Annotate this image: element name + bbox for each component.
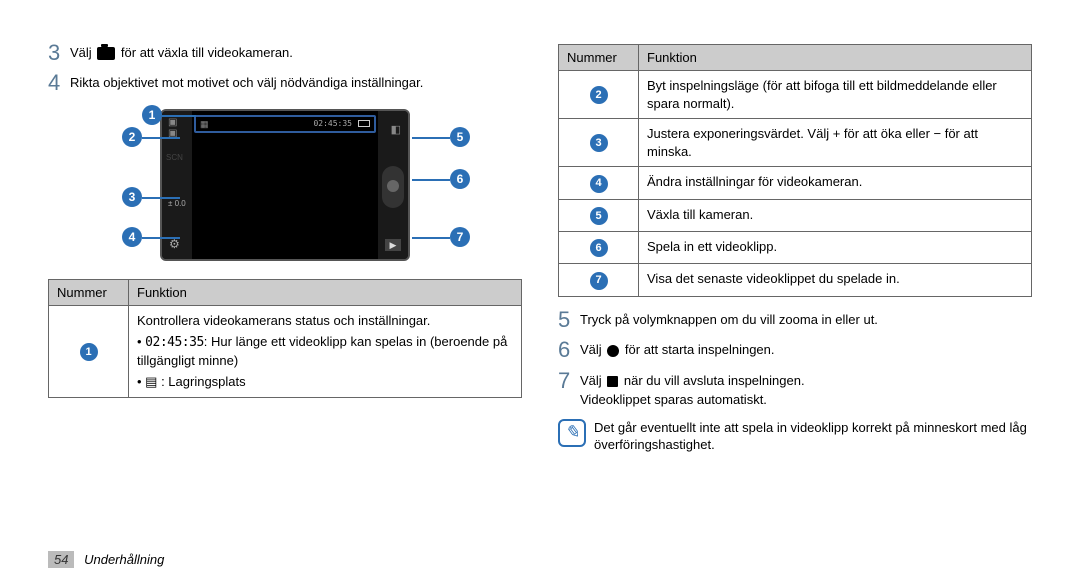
step-5-text: Tryck på volymknappen om du vill zooma i… [580, 307, 1032, 333]
callout-2: 2 [122, 127, 142, 147]
note-text: Det går eventuellt inte att spela in vid… [594, 419, 1032, 454]
record-button-icon [382, 166, 404, 208]
callout-5: 5 [450, 127, 470, 147]
scn-label: SCN [166, 153, 183, 162]
col-header-function: Funktion [129, 279, 522, 305]
step-3-prefix: Välj [70, 45, 92, 60]
mode-switch-icon: ◧ [391, 123, 401, 136]
step-6-text: Välj för att starta inspelningen. [580, 337, 1032, 363]
step-number-4: 4 [48, 70, 70, 96]
note-icon: ✎ [558, 419, 586, 447]
col-header-number: Nummer [49, 279, 129, 305]
right-function-table: Nummer Funktion 2 Byt inspelningsläge (fö… [558, 44, 1032, 297]
row-7-desc: Visa det senaste videoklippet du spelade… [639, 264, 1032, 296]
device-diagram: 1 2 3 4 5 6 7 ▣▣ SCN 0.0 ⚙ [48, 109, 522, 261]
step-3-suffix: för att växla till videokameran. [117, 45, 293, 60]
section-title: Underhållning [84, 552, 164, 567]
callout-6: 6 [450, 169, 470, 189]
battery-icon [358, 120, 370, 127]
storage-icon: ▤ [145, 374, 157, 389]
stop-icon [607, 376, 618, 387]
step-number-6: 6 [558, 337, 580, 363]
row-badge-3: 3 [590, 134, 608, 152]
row-badge-4: 4 [590, 175, 608, 193]
film-mode-icons: ▣▣ [168, 117, 177, 139]
row-1-desc: Kontrollera videokamerans status och ins… [129, 305, 522, 397]
row-3-desc: Justera exponeringsvärdet. Välj + för at… [639, 119, 1032, 167]
page-number: 54 [48, 551, 74, 568]
row-4-desc: Ändra inställningar för videokameran. [639, 167, 1032, 199]
gear-icon: ⚙ [169, 237, 180, 251]
row-6-desc: Spela in ett videoklipp. [639, 232, 1032, 264]
callout-4: 4 [122, 227, 142, 247]
step-number-7: 7 [558, 368, 580, 409]
ev-label: 0.0 [168, 199, 186, 208]
step-number-5: 5 [558, 307, 580, 333]
row-badge-2: 2 [590, 86, 608, 104]
play-button-icon: ▶ [385, 239, 401, 251]
callout-3: 3 [122, 187, 142, 207]
camera-icon [97, 47, 115, 60]
time-sample: 02:45:35 [145, 335, 204, 350]
col-header-function-r: Funktion [639, 45, 1032, 71]
row-badge-7: 7 [590, 272, 608, 290]
page-footer: 54 Underhållning [48, 551, 164, 568]
record-icon [607, 345, 619, 357]
film-status-icon [200, 119, 211, 130]
row-2-desc: Byt inspelningsläge (för att bifoga till… [639, 71, 1032, 119]
step-number-3: 3 [48, 40, 70, 66]
callout-7: 7 [450, 227, 470, 247]
step-4-text: Rikta objektivet mot motivet och välj nö… [70, 70, 522, 96]
row-badge-6: 6 [590, 239, 608, 257]
col-header-number-r: Nummer [559, 45, 639, 71]
step-3-text: Välj för att växla till videokameran. [70, 40, 522, 66]
callout-1: 1 [142, 105, 162, 125]
row-badge-5: 5 [590, 207, 608, 225]
rec-time: 02:45:35 [313, 119, 352, 128]
left-function-table: Nummer Funktion 1 Kontrollera videokamer… [48, 279, 522, 398]
row-badge-1: 1 [80, 343, 98, 361]
row-5-desc: Växla till kameran. [639, 199, 1032, 231]
step-7-text: Välj när du vill avsluta inspelningen. V… [580, 368, 1032, 409]
